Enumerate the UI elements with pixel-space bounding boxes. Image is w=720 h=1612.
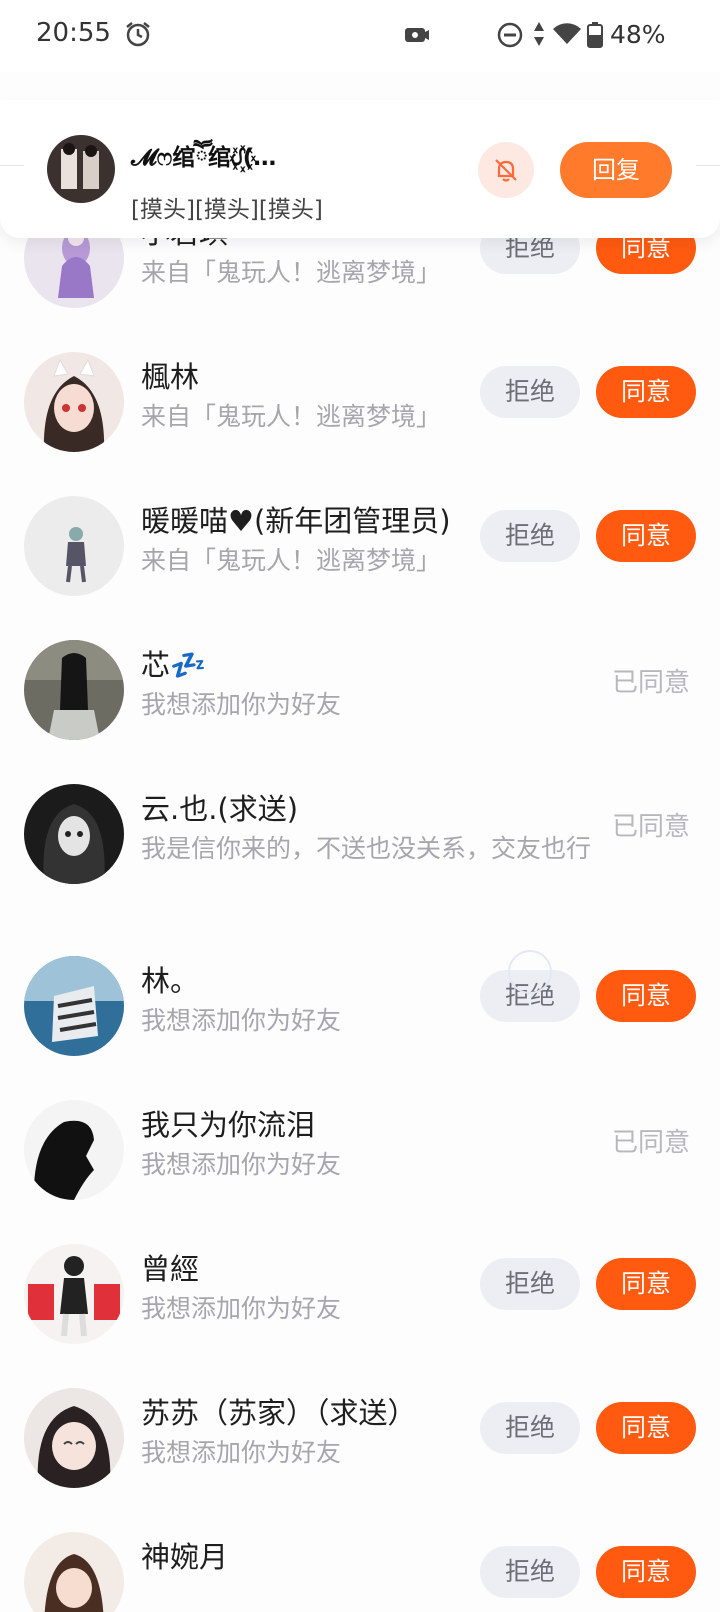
list-item[interactable]: 云.也.(求送) 我是信你来的，不送也没关系，交友也行 已同意: [0, 758, 720, 906]
accepted-status: 已同意: [612, 1128, 691, 1158]
list-item[interactable]: 神婉月 拒绝 同意: [0, 1506, 720, 1612]
requester-name: 暖暖喵♥(新年团管理员): [141, 504, 451, 538]
list-item[interactable]: 苏苏（苏家）（求送） 我想添加你为好友 拒绝 同意: [0, 1362, 720, 1510]
battery-percent: 48%: [610, 20, 666, 49]
requester-name: 林。: [141, 964, 200, 998]
list-item[interactable]: 曾經 我想添加你为好友 拒绝 同意: [0, 1218, 720, 1366]
reject-button[interactable]: 拒绝: [480, 1258, 580, 1310]
accepted-status: 已同意: [612, 668, 691, 698]
divider: [696, 165, 720, 166]
accept-button[interactable]: 同意: [596, 1258, 696, 1310]
accepted-status: 已同意: [612, 812, 691, 842]
requester-name: 楓林: [141, 360, 200, 394]
requester-name: 曾經: [141, 1252, 200, 1286]
notification-message: [摸头][摸头][摸头]: [131, 197, 323, 223]
bell-off-icon: [495, 159, 517, 182]
list-item[interactable]: 楓林 来自「鬼玩人！逃离梦境」 拒绝 同意: [0, 326, 720, 474]
reply-button[interactable]: 回复: [560, 142, 672, 198]
loading-spinner: [508, 950, 552, 994]
requester-name: 苏苏（苏家）（求送）: [141, 1396, 417, 1430]
alarm-icon: [126, 22, 150, 47]
request-message: 我想添加你为好友: [141, 690, 342, 719]
requester-name: 我只为你流泪: [141, 1108, 316, 1142]
avatar: [24, 1244, 124, 1344]
clock: 20:55: [36, 18, 111, 48]
request-message: 我想添加你为好友: [141, 1150, 342, 1179]
accept-button[interactable]: 同意: [596, 366, 696, 418]
requester-name: 芯💤: [141, 648, 207, 682]
reject-button[interactable]: 拒绝: [480, 366, 580, 418]
accept-button[interactable]: 同意: [596, 1402, 696, 1454]
friend-request-list[interactable]: 小君琪 来自「鬼玩人！逃离梦境」 拒绝 同意 楓林 来自「鬼玩人！逃离梦境」 拒…: [0, 72, 720, 1612]
accept-button[interactable]: 同意: [596, 970, 696, 1022]
reject-button[interactable]: 拒绝: [480, 1402, 580, 1454]
avatar: [24, 1388, 124, 1488]
list-item[interactable]: 芯💤 我想添加你为好友 已同意: [0, 614, 720, 762]
do-not-disturb-icon: [497, 22, 523, 48]
notification-sender: 𝓜ෆ绾ཽ绾ᦔ꙰(…: [131, 145, 277, 171]
screen-record-icon: [405, 28, 429, 42]
avatar: [24, 956, 124, 1056]
reject-button[interactable]: 拒绝: [480, 510, 580, 562]
avatar: [24, 1532, 124, 1612]
requester-name: 神婉月: [141, 1540, 229, 1574]
list-item[interactable]: 林。 我想添加你为好友 拒绝 同意: [0, 930, 720, 1078]
avatar: [24, 352, 124, 452]
status-bar: 20:55 48%: [0, 0, 720, 72]
accept-button[interactable]: 同意: [596, 1546, 696, 1598]
data-arrows-icon: [534, 22, 544, 46]
reject-button[interactable]: 拒绝: [480, 1546, 580, 1598]
list-item[interactable]: 我只为你流泪 我想添加你为好友 已同意: [0, 1074, 720, 1222]
requester-name: 云.也.(求送): [141, 792, 299, 826]
mute-button[interactable]: [478, 142, 534, 198]
wifi-icon: [553, 23, 581, 44]
avatar: [24, 496, 124, 596]
battery-icon: [587, 22, 603, 48]
avatar: [24, 640, 124, 740]
list-item[interactable]: 暖暖喵♥(新年团管理员) 来自「鬼玩人！逃离梦境」 拒绝 同意: [0, 470, 720, 618]
avatar: [24, 784, 124, 884]
request-message: 我是信你来的，不送也没关系，交友也行: [141, 834, 592, 863]
avatar: [47, 135, 115, 203]
divider: [0, 165, 24, 166]
accept-button[interactable]: 同意: [596, 510, 696, 562]
avatar: [24, 1100, 124, 1200]
